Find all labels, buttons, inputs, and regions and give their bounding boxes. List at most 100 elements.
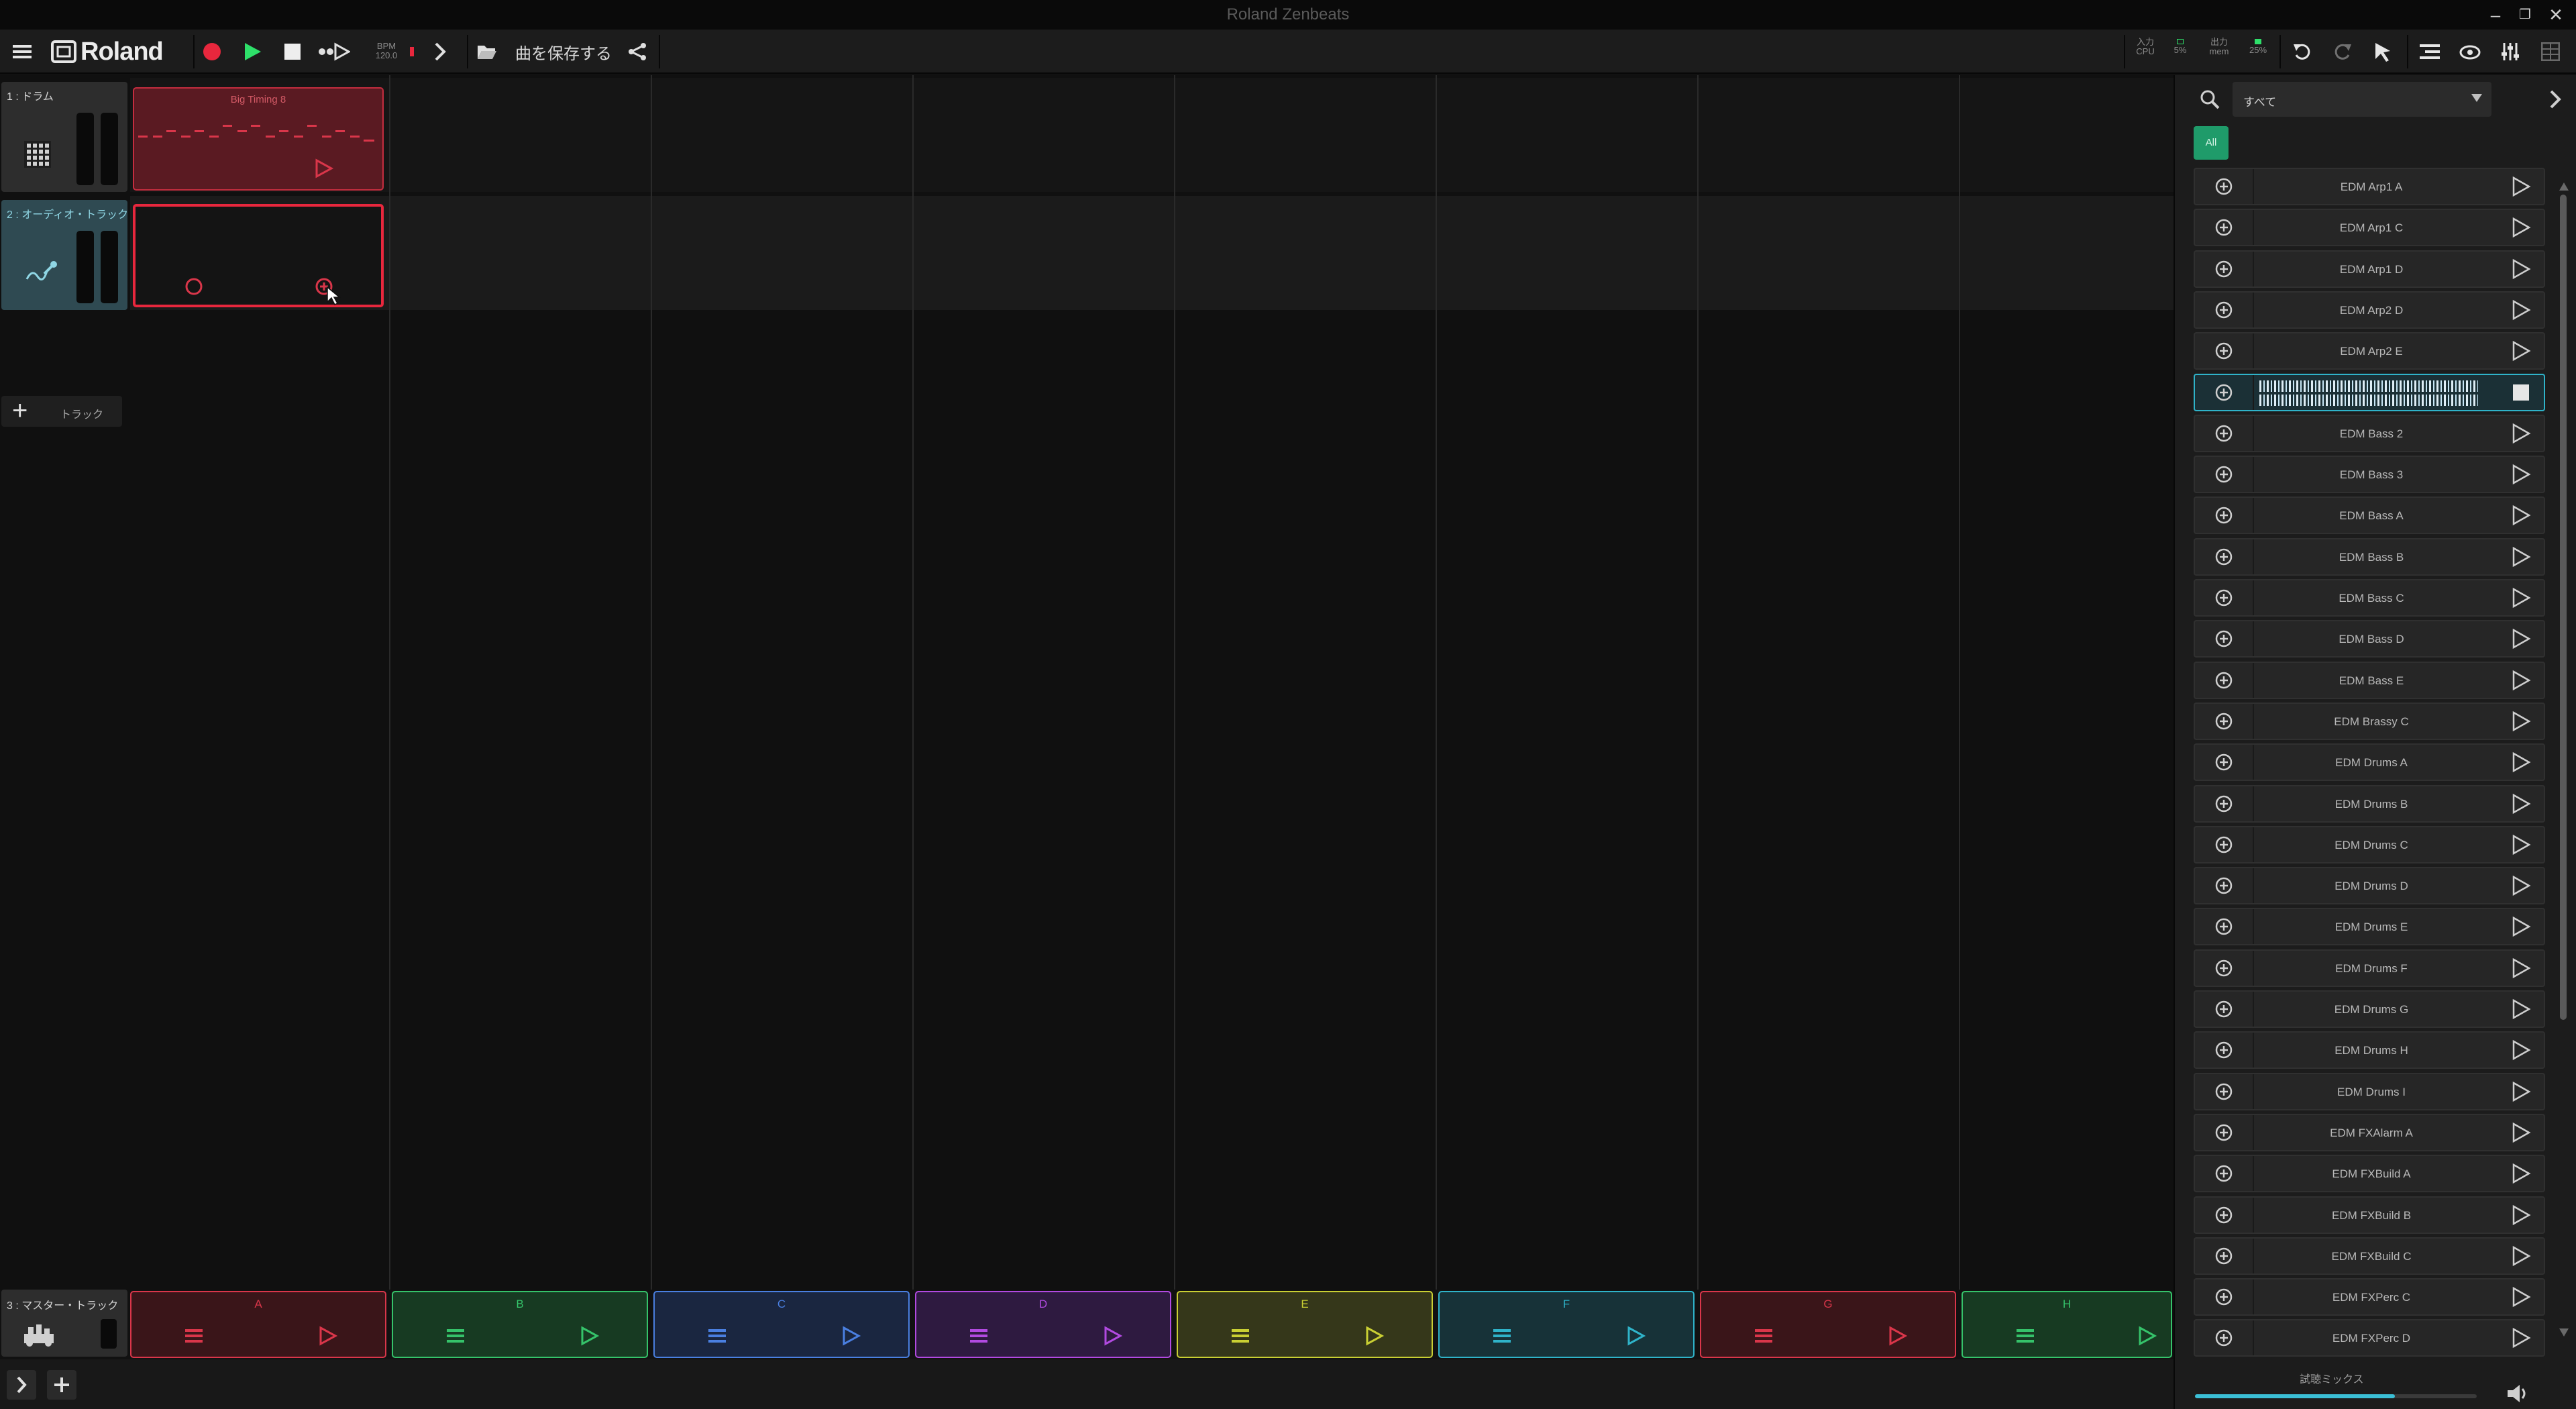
grid-view-button[interactable] <box>2536 36 2565 67</box>
preview-play-icon[interactable] <box>2510 751 2532 773</box>
scene-menu-icon[interactable] <box>447 1328 464 1343</box>
scene-play-icon[interactable] <box>580 1326 600 1346</box>
scene-b[interactable]: B <box>392 1291 648 1358</box>
share-button[interactable] <box>623 36 652 67</box>
preview-play-icon[interactable] <box>2510 258 2532 280</box>
scene-menu-icon[interactable] <box>1232 1328 1249 1343</box>
add-loop-button[interactable] <box>2195 909 2254 944</box>
scene-e[interactable]: E <box>1177 1291 1433 1358</box>
loop-item[interactable]: EDM Bass D <box>2194 620 2545 658</box>
loop-item[interactable]: EDM Drums B <box>2194 785 2545 823</box>
loop-item[interactable]: EDM Drums I <box>2194 1073 2545 1110</box>
add-loop-button[interactable] <box>2195 951 2254 986</box>
add-loop-button[interactable] <box>2195 252 2254 286</box>
add-loop-button[interactable] <box>2195 1320 2254 1355</box>
category-filter-select[interactable]: すべて <box>2233 82 2491 117</box>
preview-play-icon[interactable] <box>2510 916 2532 937</box>
loop-item[interactable]: EDM FXBuild A <box>2194 1155 2545 1192</box>
add-loop-button[interactable] <box>2195 1280 2254 1314</box>
scene-a[interactable]: A <box>130 1291 386 1358</box>
mixer-button[interactable] <box>2496 36 2525 67</box>
pointer-tool-button[interactable] <box>2368 36 2398 67</box>
redo-button[interactable] <box>2328 36 2357 67</box>
tag-all-filter[interactable]: All <box>2194 126 2229 160</box>
stop-button[interactable] <box>278 36 307 67</box>
add-loop-button[interactable] <box>2195 457 2254 492</box>
add-loop-button[interactable] <box>2195 621 2254 656</box>
preview-play-icon[interactable] <box>2510 217 2532 238</box>
add-loop-button[interactable] <box>2195 333 2254 368</box>
close-button[interactable]: ✕ <box>2542 3 2569 27</box>
preview-play-icon[interactable] <box>2510 793 2532 815</box>
play-button[interactable] <box>237 36 267 67</box>
scene-menu-icon[interactable] <box>1755 1328 1772 1343</box>
preview-play-icon[interactable] <box>2510 628 2532 649</box>
preview-play-icon[interactable] <box>2510 1081 2532 1102</box>
master-volume-fader[interactable] <box>101 1319 117 1349</box>
add-loop-button[interactable] <box>2195 210 2254 245</box>
preview-play-icon[interactable] <box>2510 957 2532 979</box>
preview-mix-slider[interactable] <box>2195 1394 2477 1398</box>
preview-play-icon[interactable] <box>2510 1245 2532 1267</box>
add-loop-button[interactable] <box>2195 1115 2254 1150</box>
clip-record-icon[interactable] <box>184 276 204 297</box>
loop-item[interactable]: EDM Bass E <box>2194 662 2545 699</box>
loop-button[interactable] <box>315 36 353 67</box>
loop-item[interactable]: EDM Arp1 C <box>2194 209 2545 246</box>
preview-play-icon[interactable] <box>2510 464 2532 485</box>
preview-play-icon[interactable] <box>2510 1286 2532 1308</box>
undo-button[interactable] <box>2288 36 2317 67</box>
stop-preview-icon[interactable] <box>2510 382 2532 403</box>
preview-play-icon[interactable] <box>2510 711 2532 732</box>
scene-c[interactable]: C <box>653 1291 910 1358</box>
scene-play-icon[interactable] <box>2137 1326 2157 1346</box>
loop-item-playing[interactable] <box>2194 374 2545 411</box>
preview-play-icon[interactable] <box>2510 505 2532 526</box>
loop-item[interactable]: EDM FXAlarm A <box>2194 1114 2545 1151</box>
add-scene-button[interactable] <box>47 1370 76 1400</box>
master-track-header[interactable]: 3 : マスター・トラック <box>1 1290 127 1357</box>
add-loop-button[interactable] <box>2195 1033 2254 1067</box>
scrollbar-thumb[interactable] <box>2560 195 2567 1020</box>
loop-item[interactable]: EDM Drums G <box>2194 990 2545 1028</box>
add-loop-button[interactable] <box>2195 868 2254 903</box>
preview-play-icon[interactable] <box>2510 875 2532 896</box>
track-header-audio[interactable]: 2 : オーディオ・トラック <box>1 200 128 310</box>
main-menu-button[interactable] <box>7 36 38 67</box>
add-loop-button[interactable] <box>2195 498 2254 533</box>
view-button[interactable] <box>2455 36 2485 67</box>
add-loop-button[interactable] <box>2195 375 2254 410</box>
loop-item[interactable]: EDM Bass A <box>2194 497 2545 534</box>
loop-item[interactable]: EDM Brassy C <box>2194 702 2545 740</box>
preview-play-icon[interactable] <box>2510 998 2532 1020</box>
track-2-pan-fader[interactable] <box>101 231 118 303</box>
preview-play-icon[interactable] <box>2510 1122 2532 1143</box>
add-loop-button[interactable] <box>2195 786 2254 821</box>
scene-play-icon[interactable] <box>318 1326 338 1346</box>
list-scrollbar[interactable] <box>2559 195 2568 1402</box>
add-loop-button[interactable] <box>2195 704 2254 739</box>
add-loop-button[interactable] <box>2195 992 2254 1027</box>
preview-play-icon[interactable] <box>2510 176 2532 197</box>
loop-item[interactable]: EDM Drums E <box>2194 908 2545 945</box>
loop-item[interactable]: EDM Bass C <box>2194 579 2545 617</box>
loop-item[interactable]: EDM Bass B <box>2194 538 2545 576</box>
loop-item[interactable]: EDM FXBuild C <box>2194 1237 2545 1275</box>
track-2-volume-fader[interactable] <box>76 231 94 303</box>
preview-play-icon[interactable] <box>2510 340 2532 362</box>
minimize-button[interactable]: – <box>2482 3 2509 27</box>
loop-item[interactable]: EDM Drums H <box>2194 1031 2545 1069</box>
restore-button[interactable]: ❐ <box>2512 3 2538 27</box>
track-1-volume-fader[interactable] <box>76 113 94 185</box>
save-song-button[interactable]: 曲を保存する <box>510 36 617 67</box>
track-1-pan-fader[interactable] <box>101 113 118 185</box>
scene-h[interactable]: H <box>1962 1291 2172 1358</box>
loop-item[interactable]: EDM Drums D <box>2194 867 2545 904</box>
add-loop-button[interactable] <box>2195 169 2254 204</box>
add-loop-button[interactable] <box>2195 1239 2254 1273</box>
drum-clip[interactable]: Big Timing 8 <box>133 87 384 191</box>
add-loop-button[interactable] <box>2195 1156 2254 1191</box>
loop-item[interactable]: EDM Bass 2 <box>2194 415 2545 452</box>
scene-play-icon[interactable] <box>1888 1326 1908 1346</box>
add-loop-button[interactable] <box>2195 663 2254 698</box>
